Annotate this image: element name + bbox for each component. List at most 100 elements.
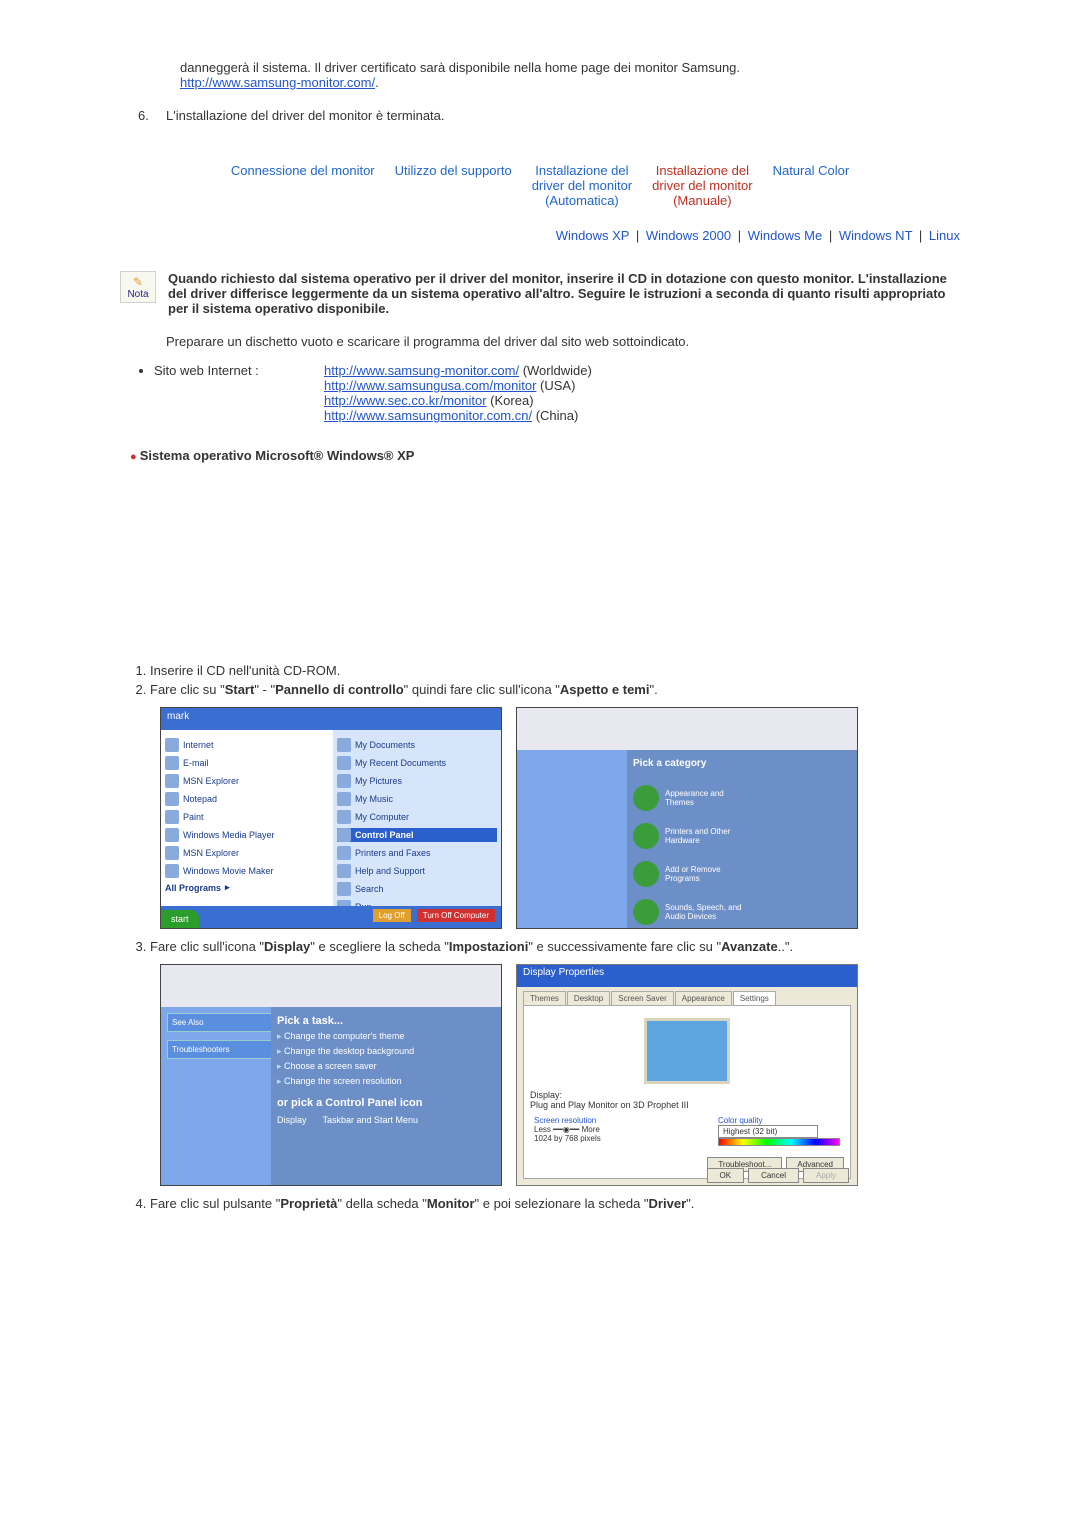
- s2f: Aspetto e temi: [560, 682, 650, 697]
- intro-link[interactable]: http://www.samsung-monitor.com/: [180, 75, 375, 90]
- disp-color-block: Color quality Highest (32 bit): [718, 1116, 840, 1146]
- s4f: Driver: [649, 1196, 687, 1211]
- cp2-task[interactable]: Change the computer's theme: [277, 1031, 495, 1042]
- s3c: " e scegliere la scheda ": [310, 939, 449, 954]
- start-item[interactable]: MSN Explorer: [165, 774, 335, 788]
- start-item[interactable]: Windows Media Player: [165, 828, 335, 842]
- step-6-text: L'installazione del driver del monitor è…: [166, 108, 445, 123]
- instr-step-1: Inserire il CD nell'unità CD-ROM.: [150, 663, 960, 678]
- instr-step-4: Fare clic sul pulsante "Proprietà" della…: [150, 1196, 960, 1211]
- disp-tab-settings[interactable]: Settings: [733, 991, 776, 1005]
- start-item[interactable]: Help and Support: [337, 864, 497, 878]
- cp2-task[interactable]: Change the screen resolution: [277, 1076, 495, 1087]
- start-item[interactable]: Paint: [165, 810, 335, 824]
- cp-cat[interactable]: Printers and Other Hardware: [633, 823, 743, 849]
- site-china[interactable]: http://www.samsungmonitor.com.cn/: [324, 408, 532, 423]
- cp2-toolbar: [161, 965, 501, 1007]
- start-item[interactable]: Search: [337, 882, 497, 896]
- start-bottom: Log Off Turn Off Computer start: [161, 906, 501, 928]
- start-item[interactable]: My Documents: [337, 738, 497, 752]
- disp-monitor-preview: [644, 1018, 730, 1084]
- cp2-icon-display[interactable]: Display: [277, 1115, 307, 1125]
- disp-tab-appearance[interactable]: Appearance: [675, 991, 732, 1005]
- sitoweb-links: http://www.samsung-monitor.com/ (Worldwi…: [324, 363, 592, 423]
- cp-cat[interactable]: Sounds, Speech, and Audio Devices: [633, 899, 743, 925]
- start-left-col: Internet E-mail MSN Explorer Notepad Pai…: [161, 730, 339, 906]
- disp-cancel-button[interactable]: Cancel: [748, 1168, 799, 1183]
- start-item[interactable]: E-mail: [165, 756, 335, 770]
- turnoff-button[interactable]: Turn Off Computer: [417, 909, 495, 922]
- start-control-panel[interactable]: Control Panel: [337, 828, 497, 842]
- start-item[interactable]: Notepad: [165, 792, 335, 806]
- s2g: ".: [649, 682, 657, 697]
- os-link-linux[interactable]: Linux: [929, 228, 960, 243]
- disp-res-block: Screen resolution Less ━━◉━━ More 1024 b…: [534, 1116, 601, 1146]
- tab-utilizzo-supporto[interactable]: Utilizzo del supporto: [395, 163, 512, 178]
- os-link-xp[interactable]: Windows XP: [556, 228, 629, 243]
- cp2-main: Pick a task... Change the computer's the…: [271, 1007, 501, 1185]
- instr-step-2: Fare clic su "Start" - "Pannello di cont…: [150, 682, 960, 697]
- logoff-button[interactable]: Log Off: [373, 909, 411, 922]
- mock-display-properties: Display Properties Themes Desktop Screen…: [516, 964, 858, 1186]
- cp2-task[interactable]: Choose a screen saver: [277, 1061, 495, 1072]
- sitoweb-label: Sito web Internet :: [154, 363, 294, 423]
- cp-pick-category: Pick a category: [633, 758, 851, 769]
- start-item[interactable]: My Recent Documents: [337, 756, 497, 770]
- step-6-number: 6.: [138, 108, 166, 123]
- cp-cat-appearance[interactable]: Appearance and Themes: [633, 785, 743, 811]
- start-item[interactable]: My Music: [337, 792, 497, 806]
- site-usa[interactable]: http://www.samsungusa.com/monitor: [324, 378, 536, 393]
- start-all-programs[interactable]: All Programs ▸: [165, 882, 335, 893]
- cp2-icon-taskbar[interactable]: Taskbar and Start Menu: [323, 1115, 419, 1125]
- s2d: Pannello di controllo: [275, 682, 404, 697]
- cp2-task[interactable]: Change the desktop background: [277, 1046, 495, 1057]
- site-korea[interactable]: http://www.sec.co.kr/monitor: [324, 393, 487, 408]
- note-row: ✎ Nota Quando richiesto dal sistema oper…: [120, 271, 960, 316]
- note-label: Nota: [127, 289, 148, 300]
- s3g: ..".: [778, 939, 793, 954]
- cp2-sidebar: See Also Troubleshooters: [161, 1007, 283, 1185]
- cp-main: Pick a category Appearance and Themes Pr…: [627, 750, 857, 928]
- disp-cq-select[interactable]: Highest (32 bit): [718, 1125, 818, 1138]
- tab-install-auto[interactable]: Installazione del driver del monitor (Au…: [532, 163, 632, 208]
- tab-install-manuale[interactable]: Installazione del driver del monitor (Ma…: [652, 163, 752, 208]
- disp-tab-desktop[interactable]: Desktop: [567, 991, 610, 1005]
- tab-connessione[interactable]: Connessione del monitor: [231, 163, 375, 178]
- instruction-list-cont2: Fare clic sul pulsante "Proprietà" della…: [150, 1196, 960, 1211]
- start-item[interactable]: My Pictures: [337, 774, 497, 788]
- start-item[interactable]: Printers and Faxes: [337, 846, 497, 860]
- os-link-nt[interactable]: Windows NT: [839, 228, 912, 243]
- cp-cat[interactable]: Add or Remove Programs: [633, 861, 743, 887]
- s3b: Display: [264, 939, 310, 954]
- site-worldwide[interactable]: http://www.samsung-monitor.com/: [324, 363, 519, 378]
- start-item[interactable]: MSN Explorer: [165, 846, 335, 860]
- disp-less: Less: [534, 1125, 551, 1134]
- disp-color-bar: [718, 1138, 840, 1146]
- disp-more: More: [582, 1125, 600, 1134]
- s2a: Fare clic su ": [150, 682, 225, 697]
- instruction-list: Inserire il CD nell'unità CD-ROM. Fare c…: [150, 663, 960, 697]
- cp-toolbar: [517, 708, 857, 750]
- note-icon: ✎ Nota: [120, 271, 156, 303]
- os-link-2000[interactable]: Windows 2000: [646, 228, 731, 243]
- s3a: Fare clic sull'icona ": [150, 939, 264, 954]
- intro-period: .: [375, 75, 379, 90]
- disp-res-label: Screen resolution: [534, 1116, 601, 1125]
- mock-control-panel: Pick a category Appearance and Themes Pr…: [516, 707, 858, 929]
- site-korea-loc: (Korea): [487, 393, 534, 408]
- instr-step-3: Fare clic sull'icona "Display" e sceglie…: [150, 939, 960, 954]
- figure-row-1: mark Internet E-mail MSN Explorer Notepa…: [160, 707, 960, 929]
- disp-apply-button[interactable]: Apply: [803, 1168, 849, 1183]
- disp-tab-themes[interactable]: Themes: [523, 991, 566, 1005]
- site-china-loc: (China): [532, 408, 578, 423]
- start-button[interactable]: start: [161, 910, 199, 928]
- sitoweb-row: Sito web Internet : http://www.samsung-m…: [154, 363, 960, 423]
- tab-natural-color[interactable]: Natural Color: [773, 163, 850, 178]
- os-link-me[interactable]: Windows Me: [748, 228, 822, 243]
- s4c: " della scheda ": [337, 1196, 426, 1211]
- start-item[interactable]: Internet: [165, 738, 335, 752]
- disp-ok-button[interactable]: OK: [707, 1168, 745, 1183]
- start-item[interactable]: My Computer: [337, 810, 497, 824]
- disp-tab-screensaver[interactable]: Screen Saver: [611, 991, 673, 1005]
- start-item[interactable]: Windows Movie Maker: [165, 864, 335, 878]
